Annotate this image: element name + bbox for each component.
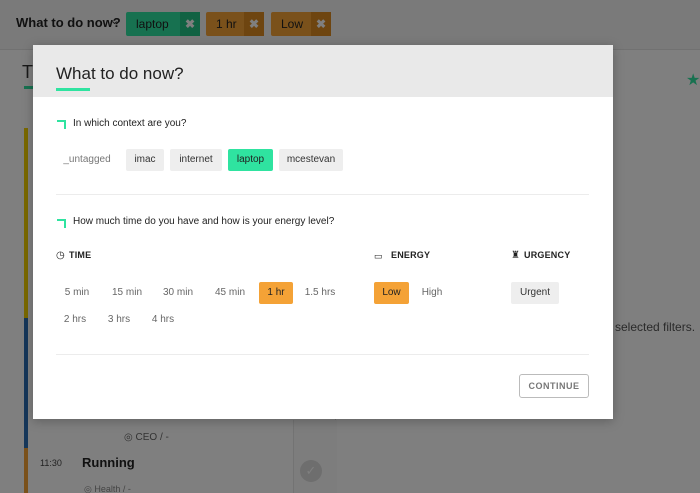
battery-icon: ▭ — [374, 251, 383, 261]
urgency-option-urgent[interactable]: Urgent — [511, 282, 559, 304]
urgency-header: URGENCY — [524, 250, 571, 260]
divider — [56, 354, 589, 355]
section-marker-icon — [57, 120, 66, 129]
energy-option-high[interactable]: High — [416, 282, 448, 304]
time-option-1-5hrs[interactable]: 1.5 hrs — [301, 282, 339, 304]
time-option-5min[interactable]: 5 min — [58, 282, 96, 304]
dialog-header: What to do now? — [33, 45, 613, 97]
time-option-2hrs[interactable]: 2 hrs — [59, 309, 91, 331]
energy-option-low[interactable]: Low — [374, 282, 409, 304]
time-question: How much time do you have and how is you… — [73, 216, 335, 227]
time-option-15min[interactable]: 15 min — [106, 282, 148, 304]
context-question: In which context are you? — [73, 118, 187, 129]
time-option-1hr[interactable]: 1 hr — [259, 282, 293, 304]
context-chip-untagged[interactable]: _untagged — [56, 149, 118, 171]
continue-button[interactable]: CONTINUE — [519, 374, 589, 398]
context-chip-internet[interactable]: internet — [170, 149, 222, 171]
section-marker-icon — [57, 219, 66, 228]
divider — [56, 194, 589, 195]
what-to-do-dialog: What to do now? In which context are you… — [33, 45, 613, 419]
title-underline — [56, 88, 90, 91]
time-option-30min[interactable]: 30 min — [157, 282, 199, 304]
time-option-4hrs[interactable]: 4 hrs — [147, 309, 179, 331]
energy-header: ENERGY — [391, 250, 431, 260]
dialog-title: What to do now? — [56, 64, 184, 83]
context-chip-imac[interactable]: imac — [126, 149, 164, 171]
context-chip-mcestevan[interactable]: mcestevan — [279, 149, 343, 171]
time-option-45min[interactable]: 45 min — [208, 282, 252, 304]
extinguisher-icon: ♜ — [511, 250, 520, 261]
clock-icon: ◷ — [56, 250, 65, 261]
time-option-3hrs[interactable]: 3 hrs — [103, 309, 135, 331]
time-header: TIME — [69, 250, 92, 260]
context-chip-laptop[interactable]: laptop — [228, 149, 273, 171]
